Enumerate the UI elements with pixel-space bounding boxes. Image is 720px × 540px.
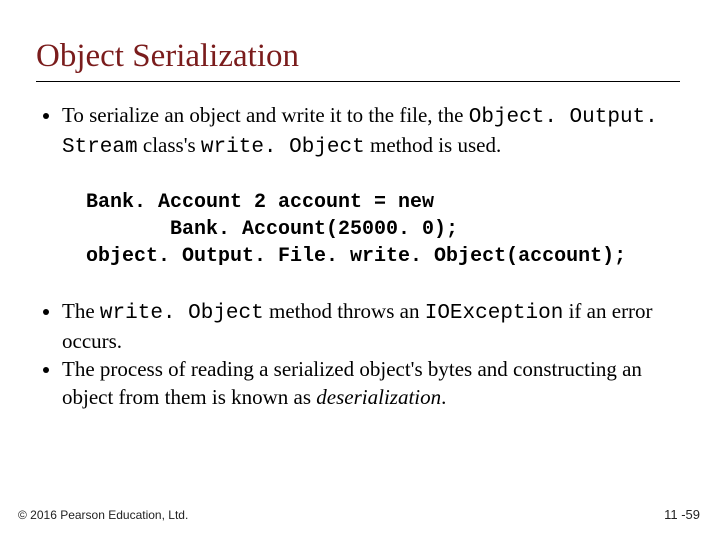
text: method is used. xyxy=(365,133,502,157)
code-inline: write. Object xyxy=(100,302,264,325)
bullet-1: To serialize an object and write it to t… xyxy=(62,102,680,161)
slide-title: Object Serialization xyxy=(36,38,680,75)
code-inline: IOException xyxy=(425,302,564,325)
text: The xyxy=(62,299,100,323)
bullet-list-2: The write. Object method throws an IOExc… xyxy=(36,298,680,411)
emphasis: deserialization xyxy=(316,385,441,409)
code-inline: write. Object xyxy=(201,136,365,159)
code-block: Bank. Account 2 account = new Bank. Acco… xyxy=(86,189,680,270)
footer-copyright: © 2016 Pearson Education, Ltd. xyxy=(18,508,188,522)
text: class's xyxy=(138,133,201,157)
bullet-2: The write. Object method throws an IOExc… xyxy=(62,298,680,355)
bullet-3: The process of reading a serialized obje… xyxy=(62,356,680,411)
bullet-list-1: To serialize an object and write it to t… xyxy=(36,102,680,161)
footer-page-number: 11 -59 xyxy=(664,507,700,522)
text: method throws an xyxy=(264,299,425,323)
slide-body: Object Serialization To serialize an obj… xyxy=(0,0,720,411)
text: To serialize an object and write it to t… xyxy=(62,103,469,127)
title-rule xyxy=(36,81,680,82)
text: . xyxy=(441,385,446,409)
